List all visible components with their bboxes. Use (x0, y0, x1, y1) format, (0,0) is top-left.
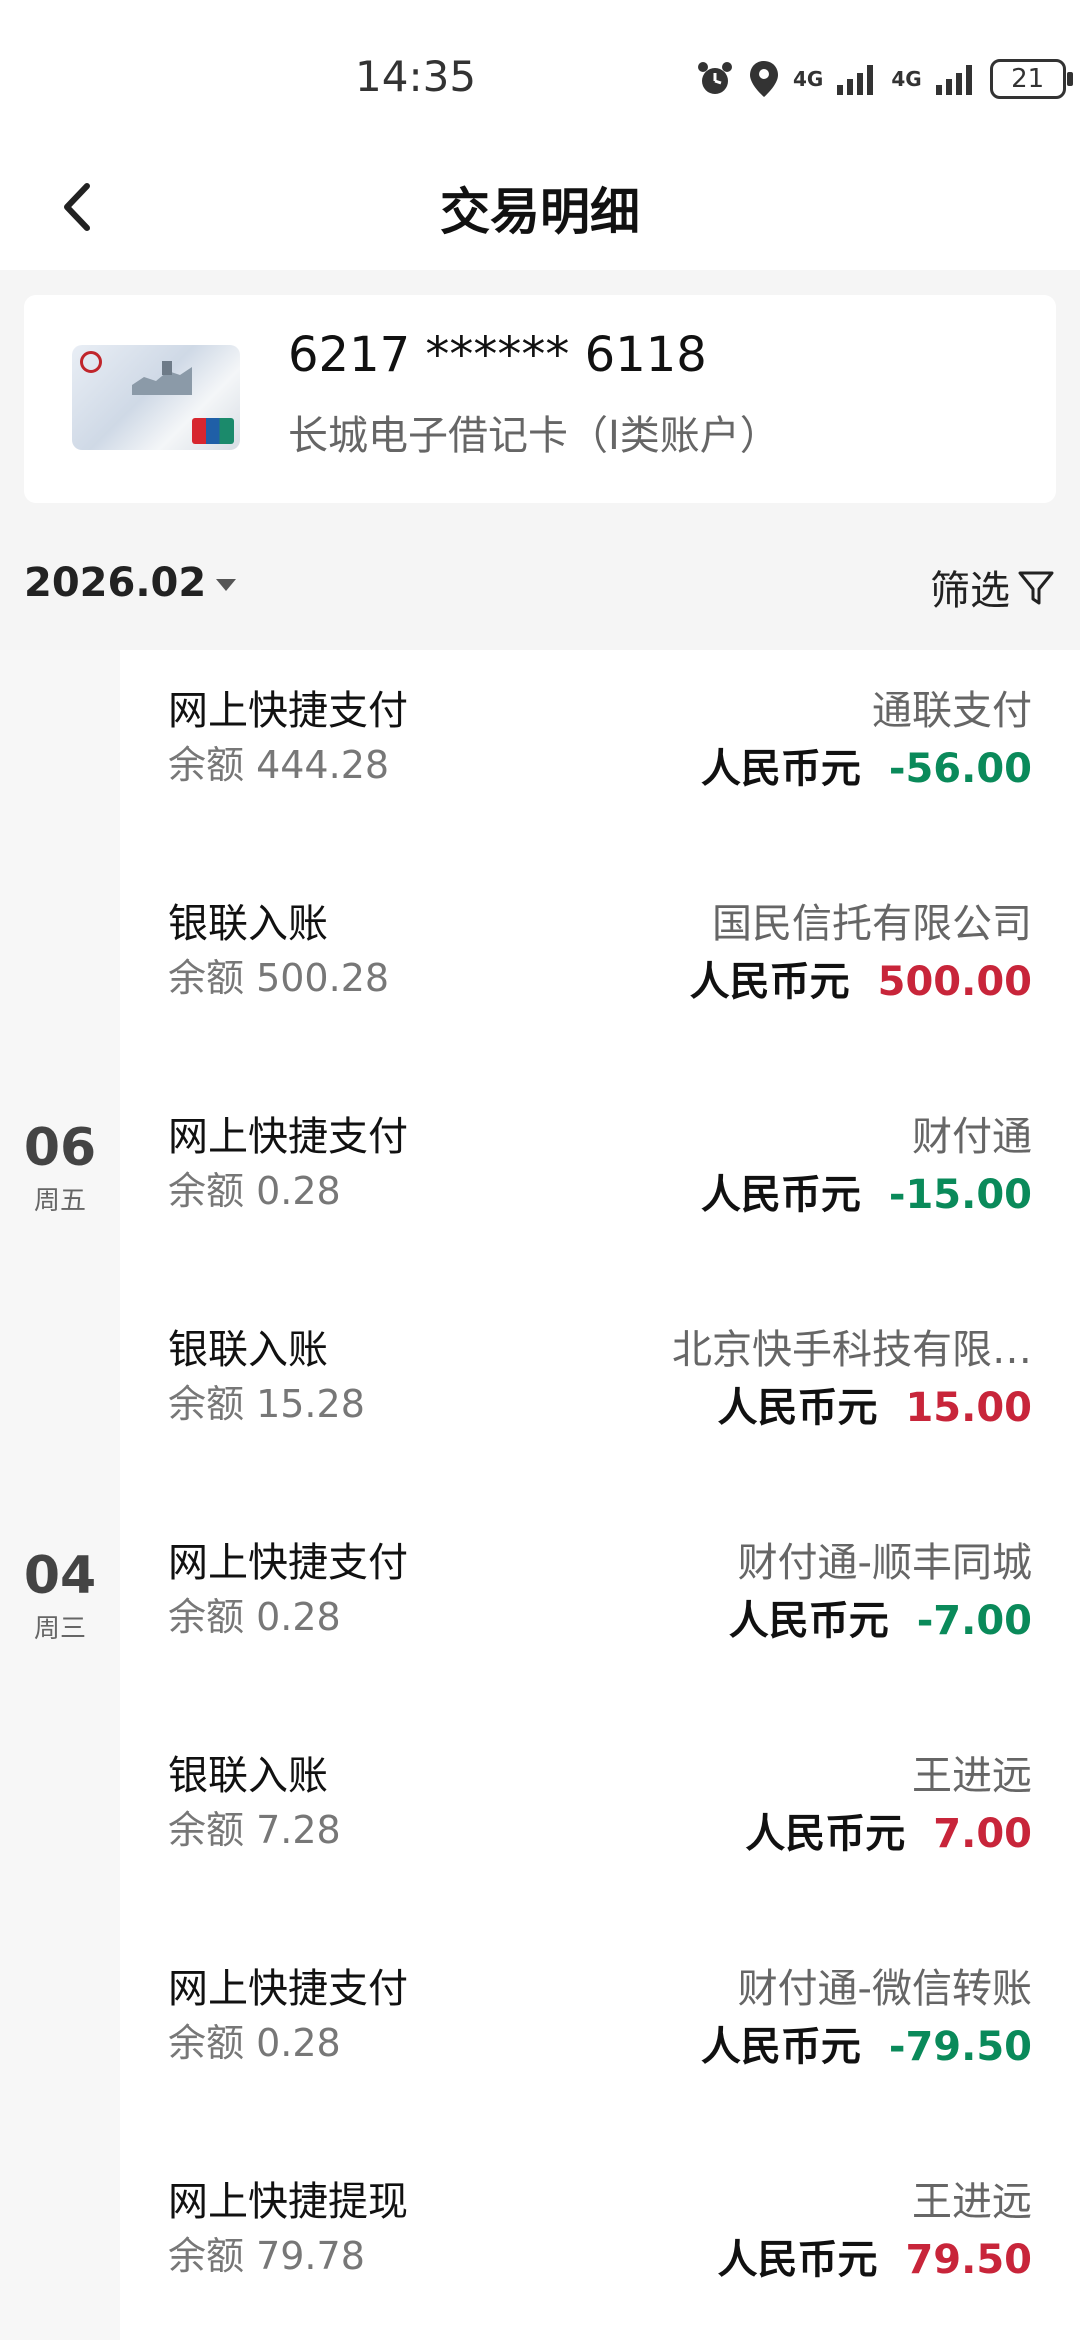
transaction-type: 网上快捷支付 (168, 1966, 408, 2012)
header: 交易明细 (0, 150, 1080, 270)
transaction-currency: 人民币元 (700, 1172, 861, 1218)
transaction-counterparty: 财付通-顺丰同城 (737, 1540, 1032, 1586)
location-icon (750, 61, 778, 97)
date-weekday: 周五 (33, 1186, 86, 1216)
transaction-row[interactable]: 网上快捷支付 余额 0.28 财付通-顺丰同城 人民币元 -7.00 (120, 1502, 1080, 1717)
date-day: 06 (23, 1118, 97, 1178)
transaction-balance: 余额 500.28 (168, 956, 390, 1000)
transaction-counterparty: 财付通 (912, 1114, 1032, 1160)
great-wall-icon (132, 361, 192, 395)
status-time: 14:35 (355, 52, 477, 101)
filter-bar: 2026.02 筛选 (0, 540, 1080, 650)
status-icons: 4G 4G 21 (695, 55, 1073, 103)
alarm-icon (698, 62, 732, 94)
transaction-row[interactable]: 网上快捷提现 余额 79.78 王进远 人民币元 79.50 (120, 2141, 1080, 2340)
transaction-balance: 余额 15.28 (168, 1382, 365, 1426)
transaction-amount: 79.50 (905, 2237, 1032, 2283)
date-column: 06 周五 04 周三 (0, 650, 120, 2340)
month-label: 2026.02 (24, 560, 207, 606)
transaction-balance: 余额 0.28 (168, 2021, 341, 2065)
card-type: 长城电子借记卡（I类账户） (288, 413, 780, 459)
transaction-currency: 人民币元 (689, 959, 850, 1005)
transaction-amount-line: 人民币元 15.00 (717, 1375, 1032, 1433)
month-selector[interactable]: 2026.02 (24, 560, 237, 606)
transaction-type: 银联入账 (168, 1327, 328, 1373)
date-group: 04 周三 (0, 1550, 120, 1645)
status-bar: 14:35 4G 4G 21 (0, 0, 1080, 150)
transaction-currency: 人民币元 (728, 1598, 889, 1644)
transaction-amount: 7.00 (933, 1811, 1032, 1857)
date-weekday: 周三 (33, 1614, 86, 1644)
transaction-row[interactable]: 网上快捷支付 余额 0.28 财付通 人民币元 -15.00 (120, 1076, 1080, 1291)
transaction-amount: 15.00 (905, 1385, 1032, 1431)
bank-logo-icon (80, 351, 102, 373)
card-image (72, 345, 240, 450)
transaction-amount-line: 人民币元 -7.00 (729, 1588, 1032, 1646)
transaction-counterparty: 王进远 (912, 1753, 1032, 1799)
transaction-row[interactable]: 网上快捷支付 余额 0.28 财付通-微信转账 人民币元 -79.50 (120, 1928, 1080, 2143)
transaction-counterparty: 财付通-微信转账 (737, 1966, 1032, 2012)
transaction-amount: -79.50 (888, 2024, 1032, 2070)
signal-icon-2 (935, 65, 972, 95)
transaction-amount: -56.00 (888, 746, 1032, 792)
transaction-list: 06 周五 04 周三 网上快捷支付 余额 444.28 通联支付 人民币元 -… (0, 650, 1080, 2340)
transaction-amount: 500.00 (877, 959, 1032, 1005)
transaction-currency: 人民币元 (700, 746, 861, 792)
transaction-currency: 人民币元 (700, 2024, 861, 2070)
transaction-type: 网上快捷支付 (168, 1540, 408, 1586)
card-number: 6217 ****** 6118 (288, 327, 707, 383)
funnel-icon (1018, 571, 1054, 605)
page-title: 交易明细 (440, 183, 640, 241)
card-panel[interactable]: 6217 ****** 6118 长城电子借记卡（I类账户） (24, 295, 1056, 503)
transaction-currency: 人民币元 (745, 1811, 906, 1857)
transaction-type: 银联入账 (168, 1753, 328, 1799)
transaction-row[interactable]: 银联入账 余额 15.28 北京快手科技有限… 人民币元 15.00 (120, 1289, 1080, 1504)
transaction-amount-line: 人民币元 500.00 (690, 949, 1032, 1007)
transaction-amount-line: 人民币元 -56.00 (701, 736, 1032, 794)
date-day: 04 (23, 1546, 97, 1606)
transaction-balance: 余额 0.28 (168, 1595, 341, 1639)
transaction-amount: -15.00 (888, 1172, 1032, 1218)
transaction-currency: 人民币元 (717, 2237, 878, 2283)
chevron-down-icon (216, 579, 237, 591)
transaction-rows: 网上快捷支付 余额 444.28 通联支付 人民币元 -56.00 银联入账 余… (120, 650, 1080, 2340)
transaction-balance: 余额 0.28 (168, 1169, 341, 1213)
signal-label-1: 4G (793, 67, 824, 91)
transaction-type: 网上快捷支付 (168, 1114, 408, 1160)
transaction-row[interactable]: 网上快捷支付 余额 444.28 通联支付 人民币元 -56.00 (120, 650, 1080, 865)
signal-label-2: 4G (891, 67, 922, 91)
filter-button[interactable]: 筛选 (930, 558, 1056, 616)
transaction-balance: 余额 7.28 (168, 1808, 341, 1852)
transaction-counterparty: 国民信托有限公司 (712, 901, 1032, 947)
transaction-counterparty: 通联支付 (872, 688, 1032, 734)
signal-icon-1 (837, 65, 874, 95)
transaction-row[interactable]: 银联入账 余额 500.28 国民信托有限公司 人民币元 500.00 (120, 863, 1080, 1078)
transaction-amount-line: 人民币元 -79.50 (701, 2014, 1032, 2072)
battery-icon: 21 (989, 59, 1073, 99)
transaction-type: 网上快捷支付 (168, 688, 408, 734)
battery-level: 21 (1011, 64, 1045, 94)
transaction-row[interactable]: 银联入账 余额 7.28 王进远 人民币元 7.00 (120, 1715, 1080, 1930)
transaction-amount-line: 人民币元 79.50 (717, 2227, 1032, 2285)
transaction-type: 银联入账 (168, 901, 328, 947)
transaction-amount-line: 人民币元 7.00 (745, 1801, 1032, 1859)
transaction-balance: 余额 79.78 (168, 2234, 365, 2278)
transaction-amount: -7.00 (916, 1598, 1032, 1644)
filter-label: 筛选 (930, 568, 1010, 614)
transaction-amount-line: 人民币元 -15.00 (701, 1162, 1032, 1220)
transaction-type: 网上快捷提现 (168, 2179, 408, 2225)
transaction-counterparty: 王进远 (912, 2179, 1032, 2225)
transaction-counterparty: 北京快手科技有限… (672, 1327, 1032, 1373)
transaction-currency: 人民币元 (717, 1385, 878, 1431)
date-group: 06 周五 (0, 1122, 120, 1217)
unionpay-logo-icon (192, 418, 234, 444)
transaction-balance: 余额 444.28 (168, 743, 390, 787)
